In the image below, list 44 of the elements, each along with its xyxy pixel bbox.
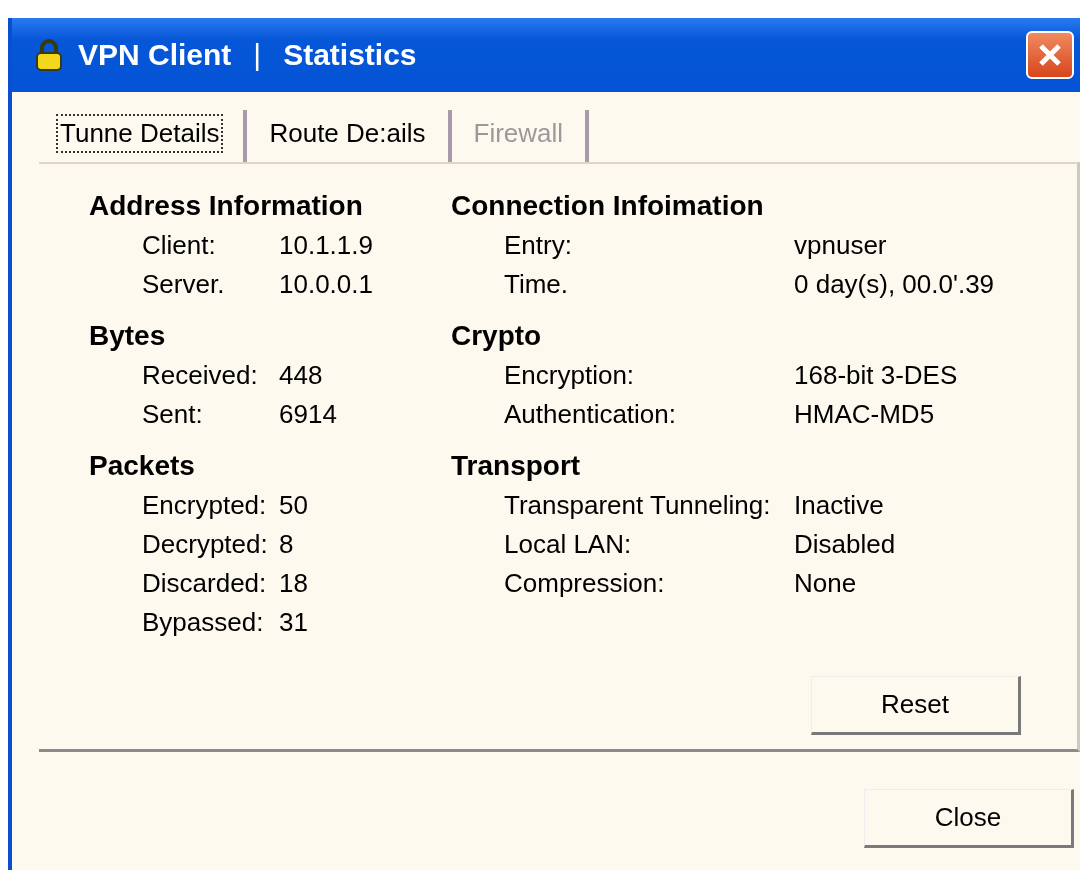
section-heading: Connection Infoimation <box>451 189 765 223</box>
field-value: 448 <box>279 359 324 392</box>
window-subtitle: Statistics <box>283 38 417 72</box>
section-heading: Crypto <box>451 319 543 353</box>
field-label: Time. <box>504 268 570 301</box>
field-value: 18 <box>279 567 309 600</box>
field-value: Disabled <box>794 528 897 561</box>
field-value: 50 <box>279 489 309 522</box>
window-title: VPN Client <box>78 38 232 72</box>
field-label: Server. <box>142 268 226 301</box>
field-label: Entry: <box>504 229 573 262</box>
section-heading: Address Information <box>89 189 364 223</box>
close-icon[interactable] <box>1026 31 1074 79</box>
field-value: 8 <box>279 528 295 561</box>
section-heading: Transport <box>451 449 582 483</box>
section-heading: Bytes <box>89 319 167 353</box>
field-label: Transparent Tunneling: <box>504 489 772 522</box>
field-value: 0 day(s), 00.0'.39 <box>794 268 995 301</box>
field-label: Local LAN: <box>504 528 633 561</box>
field-label: Bypassed: <box>142 606 265 639</box>
field-value: 31 <box>279 606 309 639</box>
field-value: HMAC-MD5 <box>794 398 936 431</box>
field-value: 168-bit 3-DES <box>794 359 959 392</box>
field-label: Encrypted: <box>142 489 268 522</box>
close-button[interactable]: Close <box>864 789 1074 848</box>
padlock-icon <box>34 38 64 72</box>
field-label: Discarded: <box>142 567 268 600</box>
field-label: Received: <box>142 359 259 392</box>
field-label: Client: <box>142 229 217 262</box>
section-heading: Packets <box>89 449 196 483</box>
title-separator: | <box>253 38 262 72</box>
field-label: Encryption: <box>504 359 636 392</box>
field-value: 6914 <box>279 398 338 431</box>
field-value: None <box>794 567 858 600</box>
field-label: Decrypted: <box>142 528 269 561</box>
field-value: 10.1.1.9 <box>279 229 374 262</box>
field-label: Sent: <box>142 398 204 431</box>
field-value: 10.0.0.1 <box>279 268 374 301</box>
field-label: Authentication: <box>504 398 677 431</box>
field-label: Compression: <box>504 567 666 600</box>
reset-button[interactable]: Reset <box>811 676 1021 735</box>
tab[interactable]: Tunne Details <box>54 110 248 162</box>
field-value: vpnuser <box>794 229 888 262</box>
field-value: Inactive <box>794 489 885 522</box>
